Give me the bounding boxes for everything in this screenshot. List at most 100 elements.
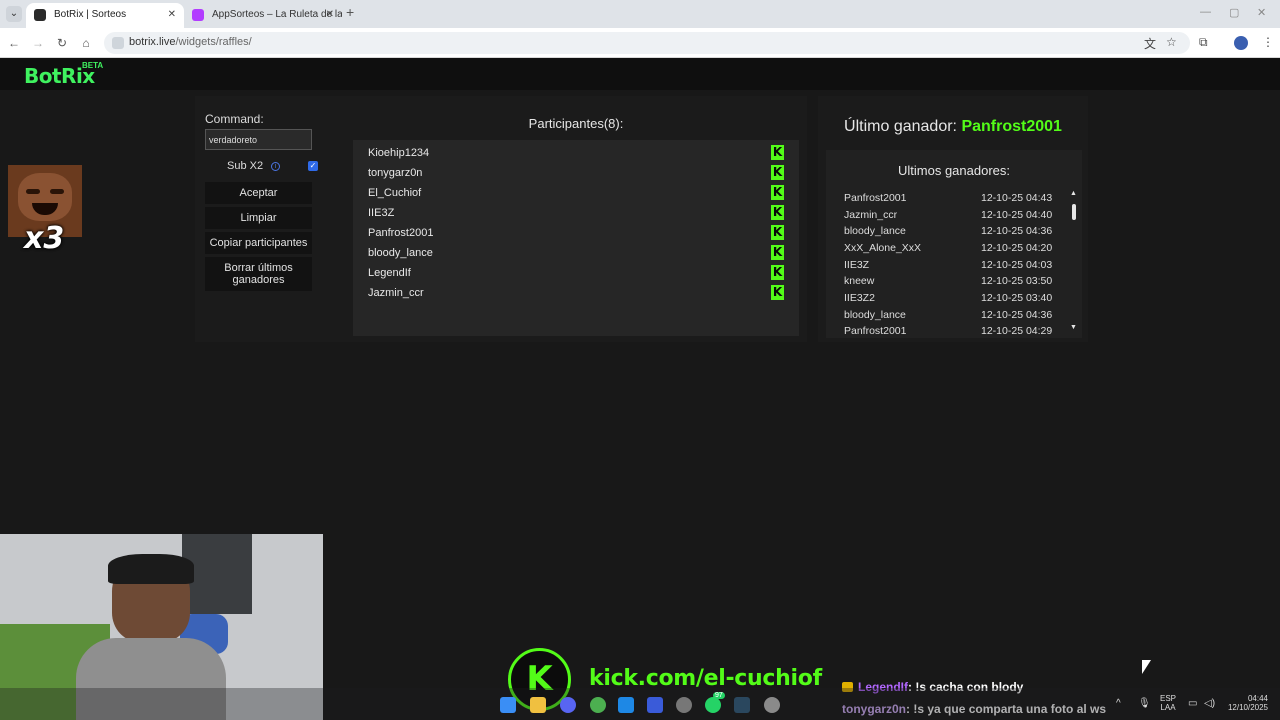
network-icon[interactable]: ▭ [1188, 698, 1197, 709]
profile-avatar-icon[interactable] [1234, 36, 1248, 50]
kick-icon: K [771, 145, 784, 160]
tab-appsorteos[interactable]: AppSorteos – La Ruleta de la S ✕ [184, 3, 342, 28]
maximize-icon[interactable]: ▢ [1229, 6, 1239, 19]
extensions-icon[interactable]: ⧉ [1199, 35, 1208, 50]
appsorteos-favicon-icon [192, 9, 204, 21]
file-explorer-icon[interactable] [530, 697, 546, 713]
participant-name: El_Cuchiof [368, 187, 422, 199]
list-item[interactable]: tonygarz0n K [353, 163, 799, 183]
command-label: Command: [205, 112, 264, 126]
table-row: Jazmin_ccr 12-10-25 04:40 [844, 209, 1056, 225]
winner-name: bloody_lance [844, 225, 906, 237]
kick-icon: K [771, 265, 784, 280]
winner-name: Jazmin_ccr [844, 209, 898, 221]
delete-winners-button[interactable]: Borrar últimos ganadores [205, 257, 312, 291]
table-row: bloody_lance 12-10-25 04:36 [844, 225, 1056, 241]
close-window-icon[interactable]: ✕ [1257, 6, 1266, 19]
table-row: bloody_lance 12-10-25 04:36 [844, 309, 1056, 325]
close-tab-icon[interactable]: ✕ [326, 3, 334, 27]
taskbar [0, 688, 1280, 720]
address-bar[interactable]: botrix.live/widgets/raffles/ [104, 32, 1190, 54]
translate-icon[interactable]: 文 [1144, 35, 1156, 52]
back-icon[interactable]: ← [6, 35, 22, 51]
home-icon[interactable]: ⌂ [78, 35, 94, 51]
winner-name: bloody_lance [844, 309, 906, 321]
list-item[interactable]: Panfrost2001 K [353, 223, 799, 243]
winner-date: 12-10-25 03:40 [981, 292, 1053, 304]
winner-name: Panfrost2001 [844, 192, 907, 204]
menu-kebab-icon[interactable]: ⋮ [1262, 35, 1274, 49]
table-row: IIE3Z2 12-10-25 03:40 [844, 292, 1056, 308]
table-row: kneew 12-10-25 03:50 [844, 275, 1056, 291]
info-icon[interactable]: i [271, 162, 280, 171]
kick-icon: K [771, 205, 784, 220]
chrome-icon[interactable] [590, 697, 606, 713]
site-header: BotRix BETA [0, 58, 1280, 90]
bookmark-star-icon[interactable]: ☆ [1166, 35, 1177, 49]
participants-list: Kioehip1234 K tonygarz0n K El_Cuchiof K IIE… [353, 140, 799, 336]
list-item[interactable]: LegendIf K [353, 263, 799, 283]
winner-date: 12-10-25 04:03 [981, 259, 1053, 271]
list-item[interactable]: Kioehip1234 K [353, 143, 799, 163]
new-tab-icon[interactable]: + [346, 4, 354, 20]
winner-name: IIE3Z2 [844, 292, 875, 304]
obs-icon[interactable] [676, 697, 692, 713]
settings-gear-icon[interactable] [764, 697, 780, 713]
last-winner-label: Último ganador: [844, 118, 957, 135]
kick-icon: K [771, 285, 784, 300]
last-winner-heading: Último ganador: Panfrost2001 [818, 118, 1088, 136]
recent-winners-title: Ultimos ganadores: [898, 163, 1010, 178]
copy-participants-button[interactable]: Copiar participantes [205, 232, 312, 254]
site-info-icon[interactable] [112, 37, 124, 49]
clock[interactable]: 04:44 12/10/2025 [1224, 694, 1268, 712]
last-winner-name: Panfrost2001 [961, 118, 1062, 135]
participants-title: Participantes(8): [528, 116, 624, 131]
command-input[interactable] [205, 129, 312, 150]
kick-icon: K [771, 225, 784, 240]
scrollbar-thumb[interactable] [1072, 204, 1076, 220]
volume-icon[interactable]: ◁) [1204, 698, 1215, 709]
scroll-up-icon[interactable]: ▲ [1070, 190, 1077, 197]
participant-name: Kioehip1234 [368, 147, 430, 159]
tab-botrix[interactable]: BotRix | Sorteos ✕ [26, 3, 184, 28]
forward-icon[interactable]: → [30, 35, 46, 51]
browser-tab-strip: ⌄ BotRix | Sorteos ✕ AppSorteos – La Rul… [0, 0, 1280, 28]
accept-button[interactable]: Aceptar [205, 182, 312, 204]
reload-icon[interactable]: ↻ [54, 35, 70, 51]
start-menu-icon[interactable] [500, 697, 516, 713]
list-item[interactable]: El_Cuchiof K [353, 183, 799, 203]
sub-x2-checkbox[interactable]: ✓ [308, 161, 318, 171]
recent-winners-box[interactable]: Ultimos ganadores: Panfrost2001 12-10-25 … [826, 150, 1082, 338]
winner-name: kneew [844, 275, 875, 287]
discord-icon[interactable] [560, 697, 576, 713]
microphone-icon[interactable]: 🎙 [1138, 698, 1151, 709]
winners-panel: Último ganador: Panfrost2001 Ultimos gan… [818, 96, 1088, 342]
tab-list-button[interactable]: ⌄ [6, 6, 22, 22]
tray-expand-icon[interactable]: ^ [1116, 698, 1121, 709]
list-item[interactable]: bloody_lance K [353, 243, 799, 263]
whatsapp-badge: 97 [713, 692, 725, 699]
kick-icon: K [771, 185, 784, 200]
minimize-icon[interactable]: — [1200, 6, 1211, 18]
list-item[interactable]: Jazmin_ccr K [353, 283, 799, 303]
browser-toolbar: ← → ↻ ⌂ botrix.live/widgets/raffles/ 文 ☆… [0, 28, 1280, 58]
app-icon[interactable] [647, 697, 663, 713]
vscode-icon[interactable] [618, 697, 634, 713]
close-tab-icon[interactable]: ✕ [168, 3, 176, 27]
table-row: XxX_Alone_XxX 12-10-25 04:20 [844, 242, 1056, 258]
input-language[interactable]: ESP LAA [1160, 694, 1176, 712]
participant-name: tonygarz0n [368, 167, 423, 179]
raffle-panel: Command: Sub X2 i ✓ Aceptar Limpiar Copi… [195, 96, 807, 342]
steam-icon[interactable] [734, 697, 750, 713]
winner-date: 12-10-25 04:36 [981, 225, 1053, 237]
scroll-down-icon[interactable]: ▼ [1070, 324, 1077, 331]
participant-name: Jazmin_ccr [368, 287, 424, 299]
winner-name: IIE3Z [844, 259, 870, 271]
botrix-favicon-icon [34, 9, 46, 21]
beta-badge: BETA [82, 61, 104, 70]
list-item[interactable]: IIE3Z K [353, 203, 799, 223]
winner-date: 12-10-25 04:36 [981, 309, 1053, 321]
winner-date: 12-10-25 04:43 [981, 192, 1053, 204]
clear-button[interactable]: Limpiar [205, 207, 312, 229]
whatsapp-icon[interactable] [705, 697, 721, 713]
